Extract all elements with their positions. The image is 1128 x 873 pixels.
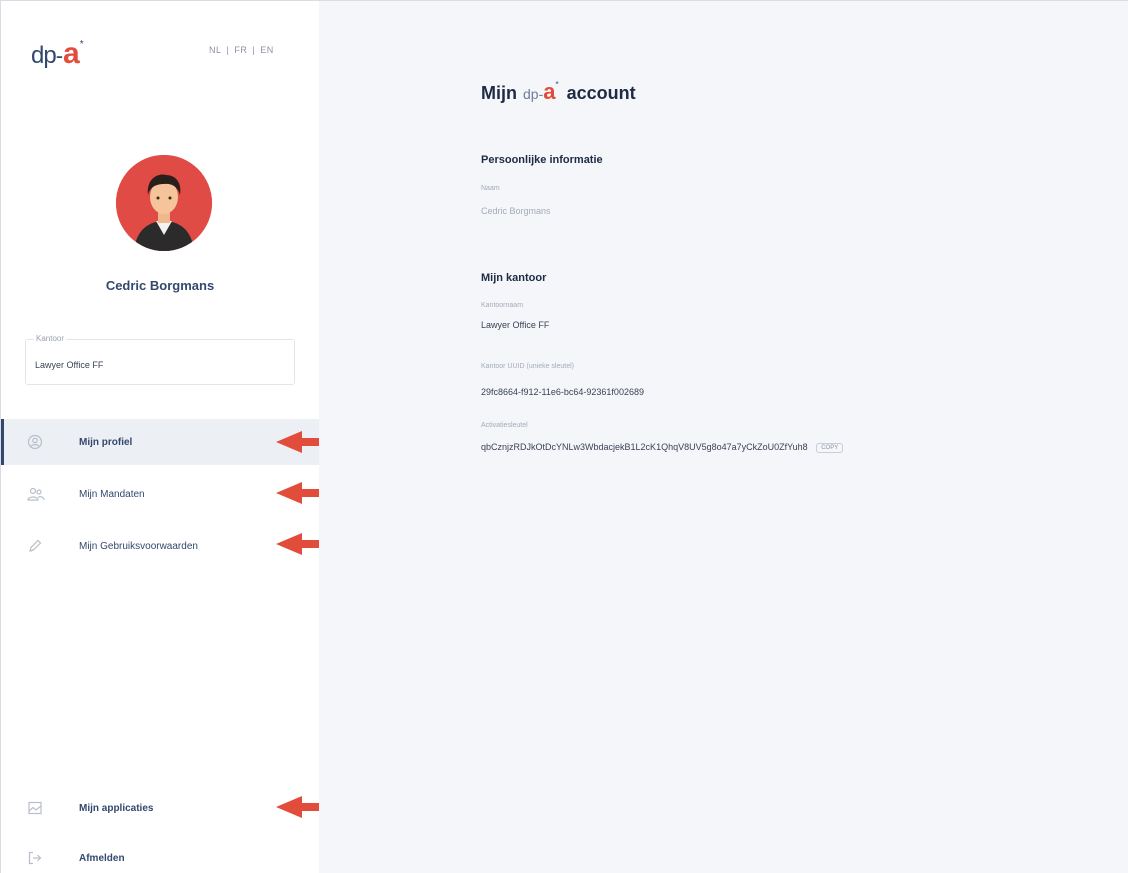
users-icon: [27, 486, 45, 502]
office-uuid-value: 29fc8664-f912-11e6-bc64-92361f002689: [481, 387, 644, 397]
activation-key-label: Activatiesleutel: [481, 422, 528, 429]
page-title-logo: dp - a *: [523, 79, 559, 105]
logo-star: *: [79, 39, 84, 50]
sidebar-item-applications-label: Mijn applicaties: [79, 802, 154, 814]
sidebar-item-profile[interactable]: Mijn profiel: [1, 419, 319, 465]
sidebar-item-terms-label: Mijn Gebruiksvoorwaarden: [79, 540, 198, 552]
main-content: Mijn dp - a * account Persoonlijke infor…: [319, 1, 1128, 873]
activation-key-row: qbCznjzRDJkOtDcYNLw3WbdacjekB1L2cK1QhqV8…: [481, 442, 844, 453]
personal-info-heading: Persoonlijke informatie: [481, 154, 603, 166]
sidebar-item-terms[interactable]: Mijn Gebruiksvoorwaarden: [1, 523, 319, 569]
office-name-value: Lawyer Office FF: [481, 320, 550, 330]
page-title-suffix: account: [566, 83, 636, 103]
user-circle-icon: [27, 434, 43, 450]
image-icon: [27, 800, 43, 816]
logout-icon: [27, 850, 43, 866]
logo-dp: dp: [31, 42, 57, 69]
sidebar-item-mandates[interactable]: Mijn Mandaten: [1, 471, 319, 517]
title-logo-star: *: [555, 80, 559, 89]
office-uuid-label: Kantoor UUID (unieke sleutel): [481, 363, 574, 370]
logo-a: a: [63, 37, 80, 70]
dpa-logo[interactable]: dp - a *: [31, 37, 84, 71]
lang-en[interactable]: EN: [260, 45, 274, 55]
page-title-prefix: Mijn: [481, 83, 517, 103]
office-select-legend: Kantoor: [34, 334, 67, 343]
sidebar-item-logout-label: Afmelden: [79, 852, 125, 864]
lang-nl[interactable]: NL: [209, 45, 222, 55]
title-logo-dp: dp: [523, 86, 539, 102]
lang-sep-1: |: [226, 45, 230, 55]
user-name: Cedric Borgmans: [105, 278, 215, 293]
title-logo-a: a: [543, 79, 556, 104]
office-name-label: Kantoornaam: [481, 302, 524, 309]
office-select-value: Lawyer Office FF: [35, 360, 104, 370]
name-value: Cedric Borgmans: [481, 206, 551, 216]
avatar-person-icon: [116, 155, 212, 251]
lang-fr[interactable]: FR: [234, 45, 247, 55]
language-switcher: NL | FR | EN: [209, 45, 276, 55]
sidebar-item-mandates-label: Mijn Mandaten: [79, 488, 145, 500]
page-title: Mijn dp - a * account: [481, 79, 636, 105]
activation-key-value: qbCznjzRDJkOtDcYNLw3WbdacjekB1L2cK1QhqV8…: [481, 442, 808, 452]
sidebar: dp - a * NL | FR | EN Cedric Borgmans Ka…: [1, 1, 319, 873]
avatar: [116, 155, 212, 251]
office-select[interactable]: Kantoor Lawyer Office FF: [25, 334, 295, 385]
copy-button[interactable]: COPY: [816, 442, 844, 453]
name-label: Naam: [481, 185, 500, 192]
logo-dash: -: [55, 43, 64, 68]
pen-icon: [27, 538, 43, 554]
office-heading: Mijn kantoor: [481, 272, 547, 284]
sidebar-item-profile-label: Mijn profiel: [79, 436, 133, 448]
lang-sep-2: |: [252, 45, 256, 55]
sidebar-item-logout[interactable]: Afmelden: [1, 835, 319, 873]
sidebar-item-applications[interactable]: Mijn applicaties: [1, 785, 319, 831]
